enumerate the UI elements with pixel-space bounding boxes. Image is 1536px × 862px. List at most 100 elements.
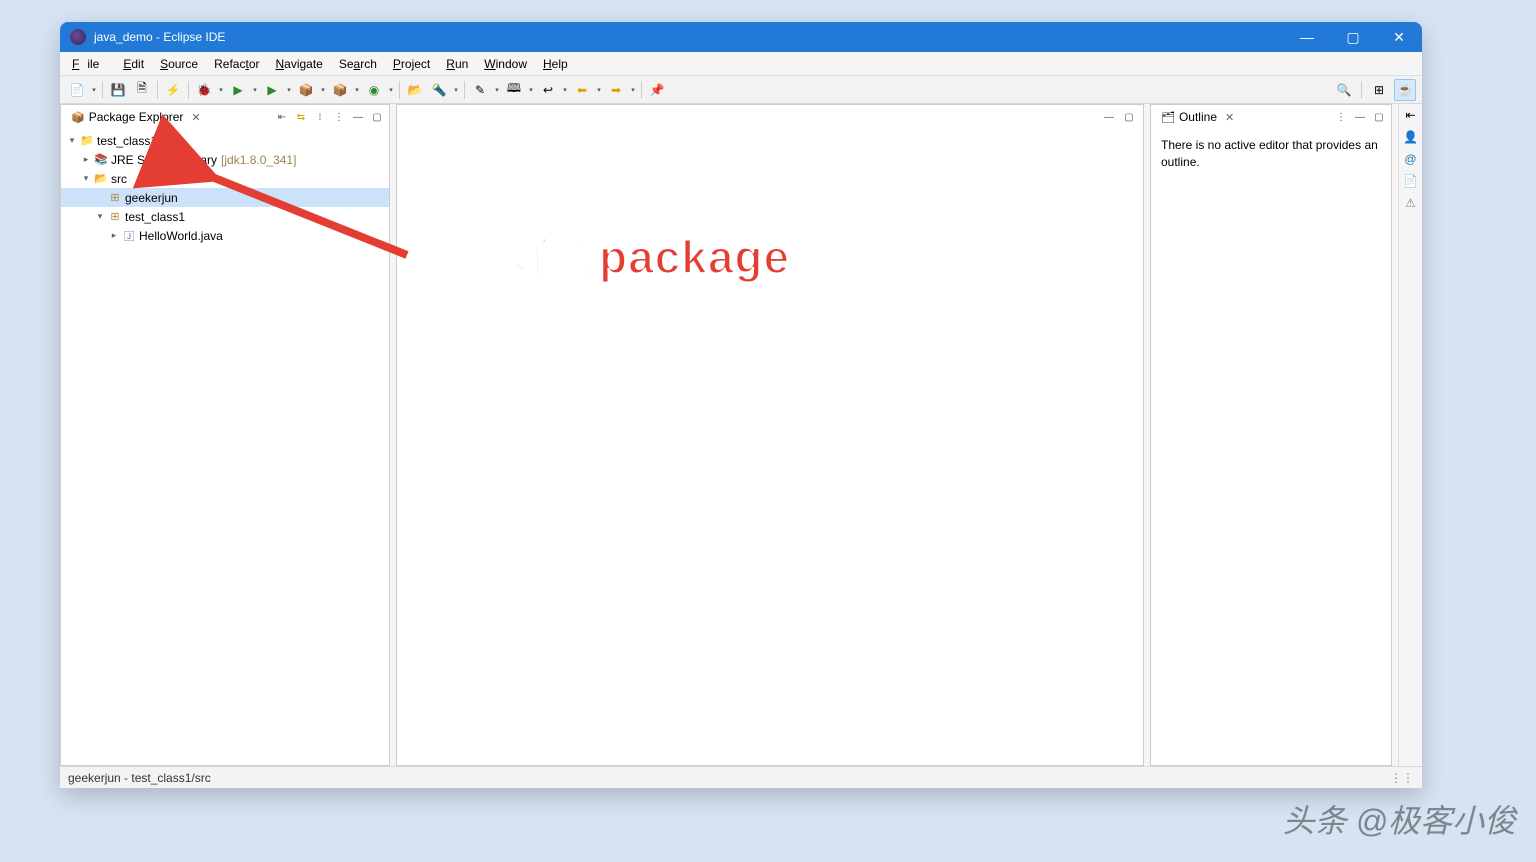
open-perspective-button[interactable]: ⊞ — [1368, 79, 1390, 101]
java-perspective-button[interactable]: ☕ — [1394, 79, 1416, 101]
outline-icon: 🗂 — [1161, 111, 1175, 124]
package-testclass1-node[interactable]: ▾ ⊞ test_class1 — [61, 207, 389, 226]
editor-header: — ▢ — [397, 105, 1143, 129]
status-text: geekerjun - test_class1/src — [68, 771, 211, 785]
declaration-icon[interactable]: @ — [1402, 150, 1420, 168]
focus-button[interactable]: ⁝ — [312, 109, 328, 125]
outline-panel: 🗂 Outline ✕ ⋮ — ▢ There is no active edi… — [1150, 104, 1392, 766]
eclipse-icon — [70, 29, 86, 45]
open-type-button[interactable]: 📂 — [404, 79, 426, 101]
minimize-explorer-button[interactable]: — — [350, 109, 366, 125]
new-package-button[interactable]: 📦 — [329, 79, 351, 101]
project-icon: 📁 — [79, 133, 95, 149]
wrap-button[interactable]: ↩ — [537, 79, 559, 101]
problems-icon[interactable]: ⚠ — [1402, 194, 1420, 212]
src-folder-node[interactable]: ▾ 📂 src — [61, 169, 389, 188]
window-title: java_demo - Eclipse IDE — [94, 30, 225, 44]
source-folder-icon: 📂 — [93, 171, 109, 187]
link-editor-button[interactable]: ⇆ — [293, 109, 309, 125]
maximize-explorer-button[interactable]: ▢ — [369, 109, 385, 125]
restore-icon[interactable]: ⇤ — [1402, 106, 1420, 124]
toggle-block-button[interactable]: 🕮 — [503, 79, 525, 101]
project-node[interactable]: ▾ 📁 test_class1 — [61, 131, 389, 150]
expand-toggle[interactable]: ▸ — [107, 230, 121, 241]
minimize-editor-button[interactable]: — — [1101, 109, 1117, 125]
menubar: File Edit Source Refactor Navigate Searc… — [60, 52, 1422, 76]
coverage-dropdown[interactable]: ▾ — [285, 86, 293, 94]
debug-button[interactable]: 🐞 — [193, 79, 215, 101]
run-button[interactable]: ▶ — [227, 79, 249, 101]
expand-toggle[interactable]: ▸ — [79, 154, 93, 165]
close-button[interactable]: ✕ — [1376, 22, 1422, 52]
titlebar[interactable]: java_demo - Eclipse IDE — ▢ ✕ — [60, 22, 1422, 52]
menu-help[interactable]: Help — [535, 55, 576, 73]
package-icon: ⊞ — [107, 190, 123, 206]
search-button[interactable]: 🔦 — [428, 79, 450, 101]
menu-refactor[interactable]: Refactor — [206, 55, 267, 73]
toggle-mark-button[interactable]: ✎ — [469, 79, 491, 101]
outline-header: 🗂 Outline ✕ ⋮ — ▢ — [1151, 105, 1391, 129]
status-grip: ⋮⋮ — [1390, 771, 1414, 785]
pin-editor-button[interactable]: 📌 — [646, 79, 668, 101]
statusbar: geekerjun - test_class1/src ⋮⋮ — [60, 766, 1422, 788]
java-file-icon: 🄹 — [121, 228, 137, 244]
save-button[interactable]: 💾 — [107, 79, 129, 101]
package-explorer-panel: 📦 Package Explorer ✕ ⇤ ⇆ ⁝ ⋮ — ▢ ▾ 📁 t — [60, 104, 390, 766]
maximize-editor-button[interactable]: ▢ — [1121, 109, 1137, 125]
minimize-outline-button[interactable]: — — [1352, 109, 1368, 125]
package-geekerjun-label: geekerjun — [123, 191, 178, 205]
explorer-tab[interactable]: 📦 Package Explorer ✕ — [65, 108, 207, 126]
explorer-tab-label: Package Explorer — [89, 110, 184, 124]
annotation-text: 新建好的package — [411, 221, 790, 287]
view-menu-button[interactable]: ⋮ — [331, 109, 347, 125]
file-helloworld-node[interactable]: ▸ 🄹 HelloWorld.java — [61, 226, 389, 245]
eclipse-window: java_demo - Eclipse IDE — ▢ ✕ File Edit … — [60, 22, 1422, 788]
window-controls: — ▢ ✕ — [1284, 22, 1422, 52]
debug-dropdown[interactable]: ▾ — [217, 86, 225, 94]
workspace: 📦 Package Explorer ✕ ⇤ ⇆ ⁝ ⋮ — ▢ ▾ 📁 t — [60, 104, 1422, 766]
close-explorer-tab[interactable]: ✕ — [191, 111, 200, 124]
package-tree: ▾ 📁 test_class1 ▸ 📚 JRE System Library [… — [61, 129, 389, 247]
outline-tab[interactable]: 🗂 Outline ✕ — [1155, 108, 1240, 126]
outline-view-menu[interactable]: ⋮ — [1333, 109, 1349, 125]
menu-project[interactable]: Project — [385, 55, 438, 73]
menu-file[interactable]: File — [64, 55, 115, 73]
task-list-icon[interactable]: 👤 — [1402, 128, 1420, 146]
package-icon: ⊞ — [107, 209, 123, 225]
maximize-outline-button[interactable]: ▢ — [1371, 109, 1387, 125]
maximize-button[interactable]: ▢ — [1330, 22, 1376, 52]
jre-library-node[interactable]: ▸ 📚 JRE System Library [jdk1.8.0_341] — [61, 150, 389, 169]
menu-window[interactable]: Window — [476, 55, 535, 73]
next-annotation-button[interactable]: ⬅ — [571, 79, 593, 101]
src-label: src — [109, 172, 127, 186]
collapse-all-button[interactable]: ⇤ — [274, 109, 290, 125]
javadoc-icon[interactable]: 📄 — [1402, 172, 1420, 190]
library-icon: 📚 — [93, 152, 109, 168]
menu-run[interactable]: Run — [438, 55, 476, 73]
run-dropdown[interactable]: ▾ — [251, 86, 259, 94]
menu-edit[interactable]: Edit — [115, 55, 152, 73]
close-outline-tab[interactable]: ✕ — [1225, 111, 1234, 124]
editor-area: — ▢ 新建好的package — [396, 104, 1144, 766]
new-dropdown[interactable]: ▾ — [90, 86, 98, 94]
minimize-button[interactable]: — — [1284, 22, 1330, 52]
new-java-project-button[interactable]: 📦 — [295, 79, 317, 101]
menu-source[interactable]: Source — [152, 55, 206, 73]
save-all-button[interactable]: 🗎 — [131, 79, 153, 101]
expand-toggle[interactable]: ▾ — [65, 135, 79, 146]
menu-search[interactable]: Search — [331, 55, 385, 73]
quick-access-button[interactable]: 🔍 — [1333, 79, 1355, 101]
right-sidebar: ⇤ 👤 @ 📄 ⚠ — [1398, 104, 1422, 766]
expand-toggle[interactable]: ▾ — [79, 173, 93, 184]
new-button[interactable]: 📄 — [66, 79, 88, 101]
prev-annotation-button[interactable]: ➡ — [605, 79, 627, 101]
package-geekerjun-node[interactable]: ⊞ geekerjun — [61, 188, 389, 207]
new-class-button[interactable]: ◉ — [363, 79, 385, 101]
coverage-button[interactable]: ▶ — [261, 79, 283, 101]
jre-version: [jdk1.8.0_341] — [217, 153, 296, 167]
skip-breakpoints-button[interactable]: ⚡ — [162, 79, 184, 101]
menu-navigate[interactable]: Navigate — [267, 55, 330, 73]
expand-toggle[interactable]: ▾ — [93, 211, 107, 222]
package-explorer-icon: 📦 — [71, 111, 85, 124]
watermark: 头条 @极客小俊 — [1283, 796, 1516, 842]
